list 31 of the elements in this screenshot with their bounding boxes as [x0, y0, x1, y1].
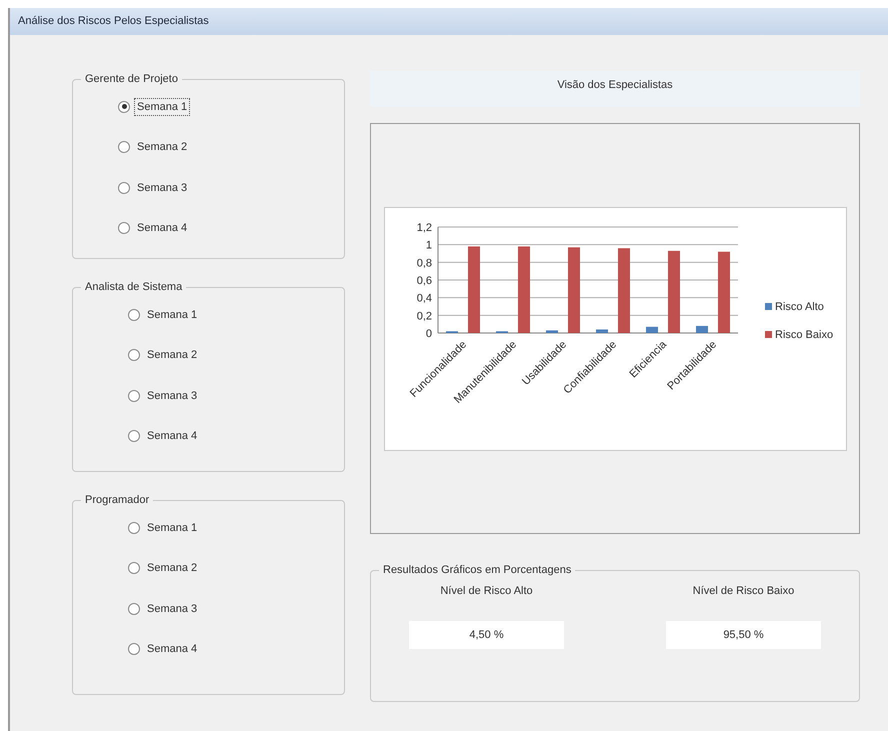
- result-field: 95,50 %: [666, 621, 821, 649]
- radio-label[interactable]: Semana 1: [134, 98, 190, 116]
- group-title: Resultados Gráficos em Porcentagens: [382, 563, 572, 578]
- legend-label: Risco Alto: [774, 301, 824, 313]
- result-field: 4,50 %: [409, 621, 564, 649]
- radio-label[interactable]: Semana 2: [144, 346, 200, 364]
- radio-label[interactable]: Semana 4: [134, 219, 190, 238]
- group-title: Gerente de Projeto: [84, 72, 179, 87]
- y-tick-label: 1,2: [416, 222, 432, 234]
- radio-label[interactable]: Semana 4: [144, 640, 200, 658]
- group-title: Analista de Sistema: [84, 280, 184, 295]
- y-tick-label: 0,8: [416, 257, 432, 270]
- radio-label[interactable]: Semana 1: [144, 306, 200, 324]
- radio-label[interactable]: Semana 2: [144, 559, 200, 578]
- y-tick-label: 0,4: [416, 292, 432, 305]
- y-tick-label: 0,2: [416, 310, 432, 322]
- chart-header-text: Visão dos Especialistas: [557, 78, 673, 93]
- group-title: Programador: [84, 493, 150, 508]
- radio-label[interactable]: Semana 1: [144, 518, 200, 537]
- radio-label[interactable]: Semana 2: [134, 138, 190, 156]
- radio-label[interactable]: Semana 3: [134, 178, 190, 197]
- legend-label: Risco Baixo: [774, 329, 833, 341]
- result-label: Nível de Risco Baixo: [692, 584, 794, 598]
- radio-label[interactable]: Semana 3: [144, 600, 200, 618]
- window-title: Análise dos Riscos Pelos Especialistas: [18, 14, 209, 30]
- result-label: Nível de Risco Alto: [440, 584, 533, 598]
- radio-label[interactable]: Semana 4: [144, 427, 200, 446]
- radio-label[interactable]: Semana 3: [144, 386, 200, 405]
- y-tick-label: 1: [425, 240, 432, 252]
- y-tick-label: 0: [425, 328, 432, 340]
- y-tick-label: 0,6: [416, 275, 432, 287]
